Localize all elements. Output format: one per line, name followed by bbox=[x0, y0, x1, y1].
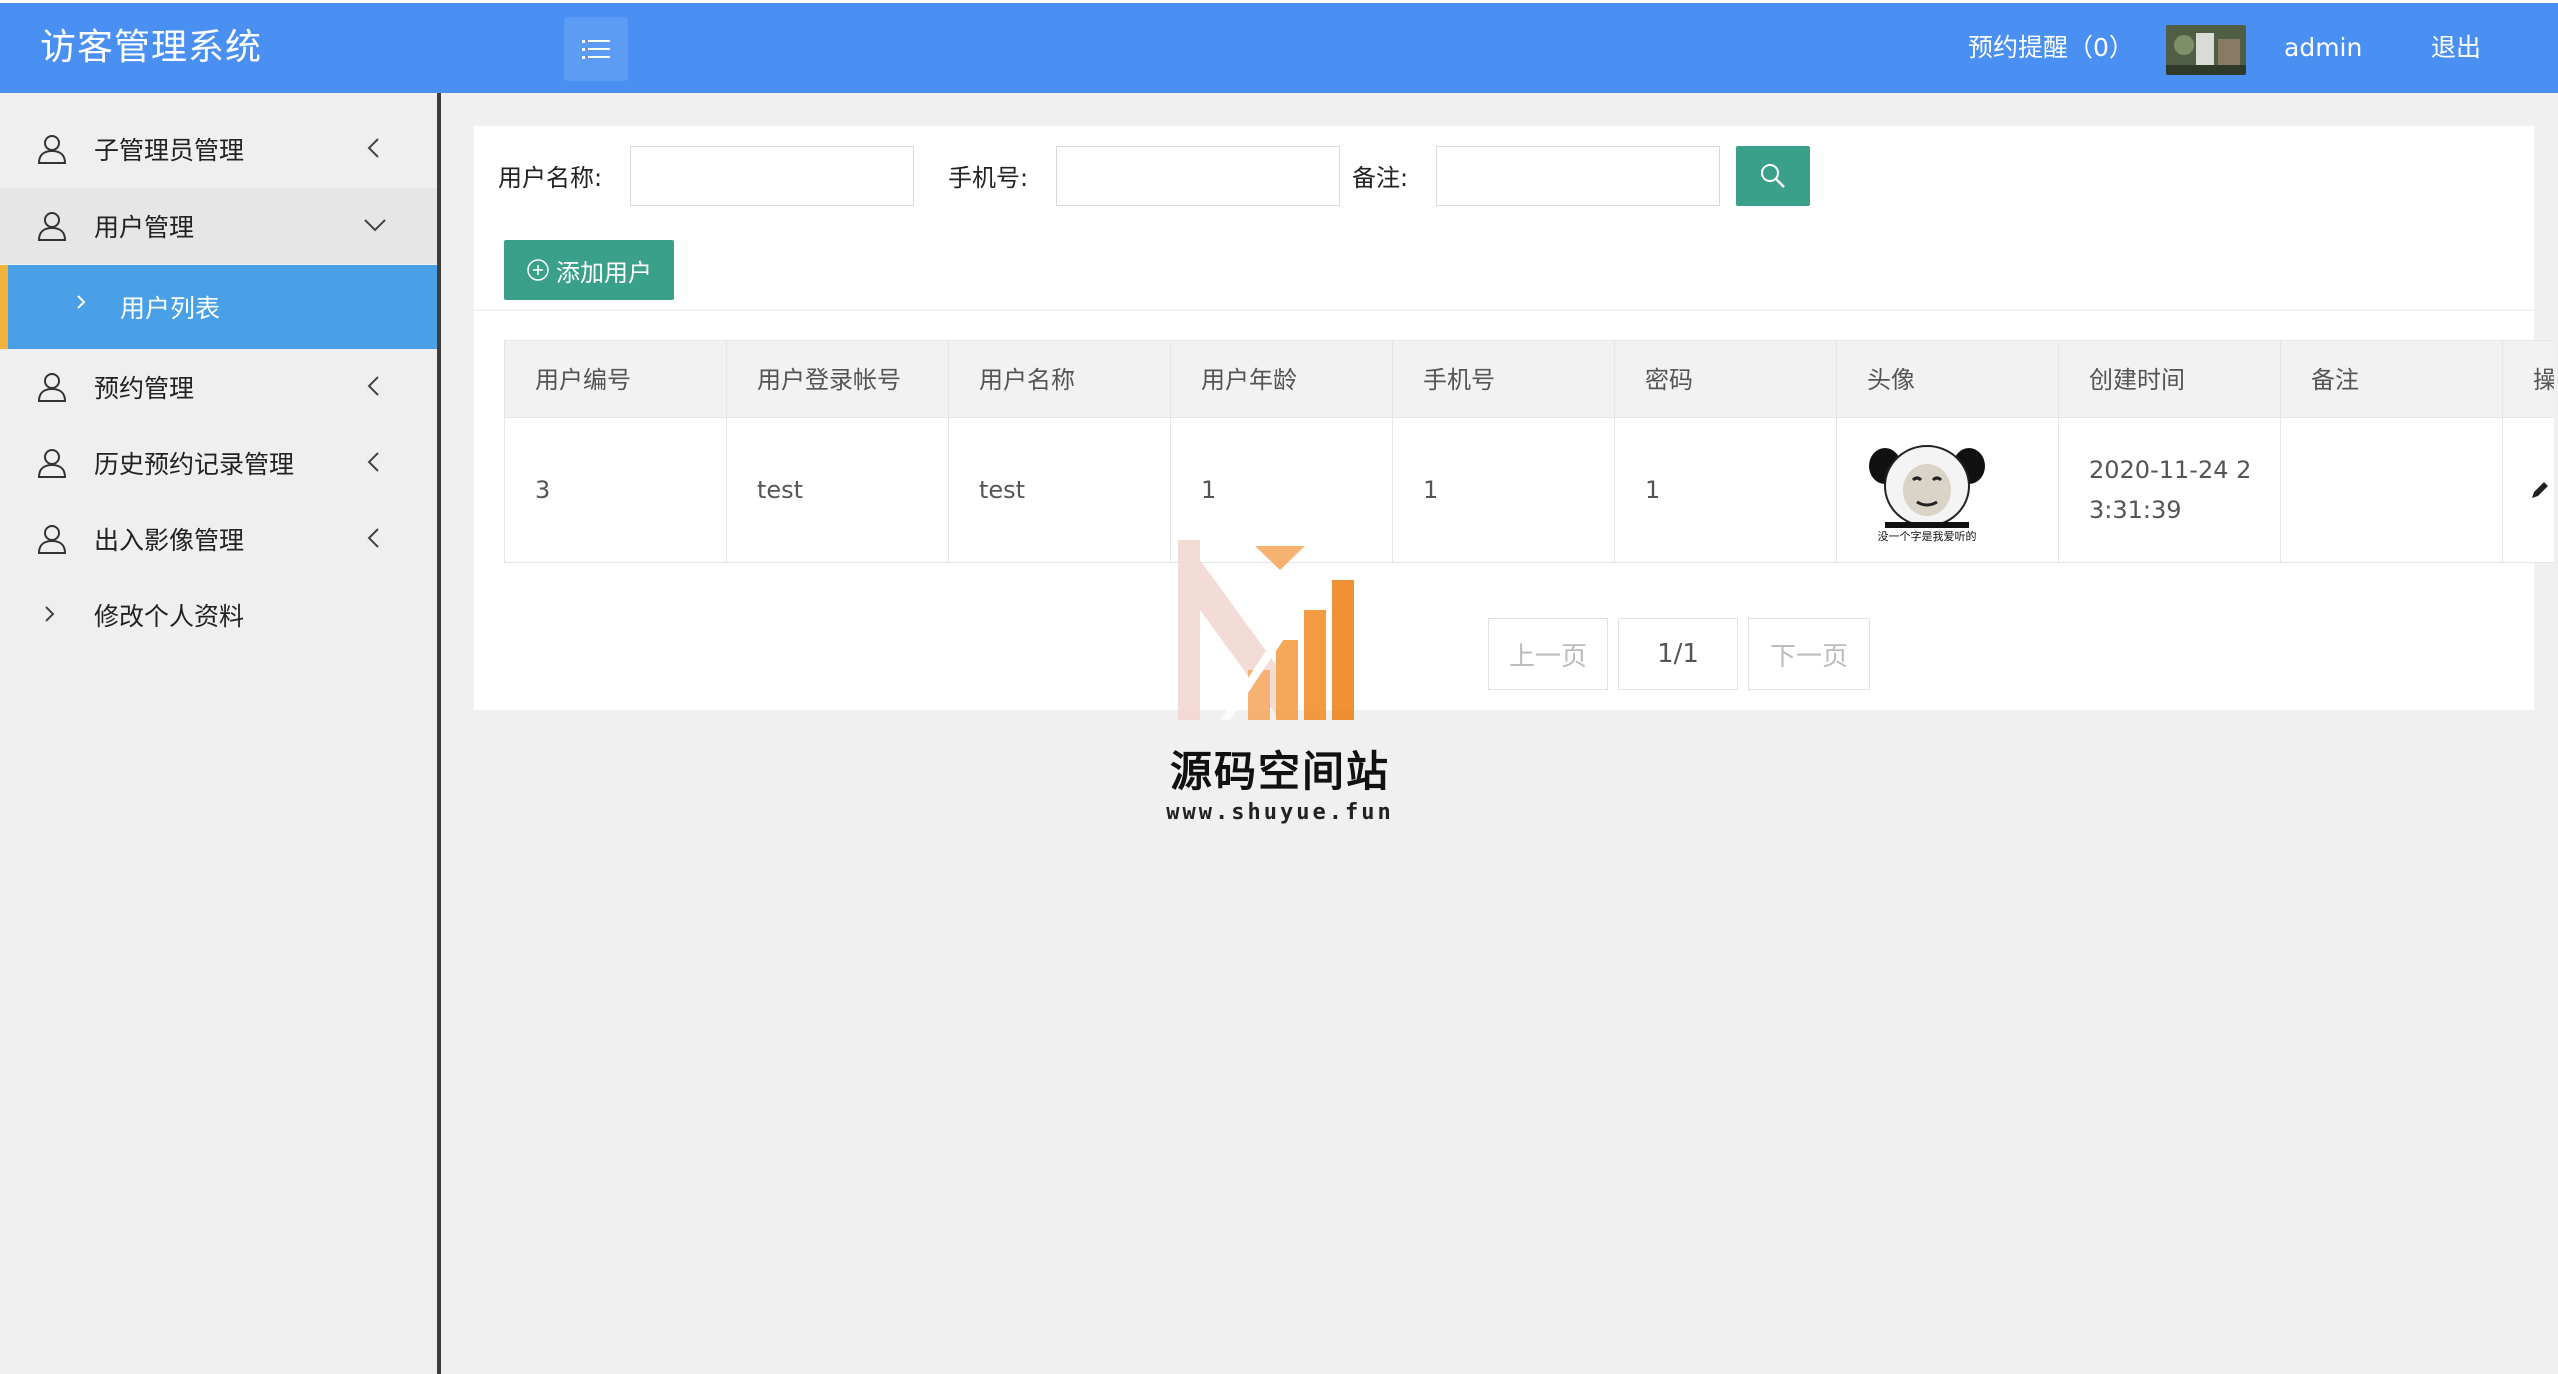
prev-page-button[interactable]: 上一页 bbox=[1488, 618, 1608, 690]
table-cell: 1 bbox=[1392, 417, 1615, 563]
sidebar-item-reservation-management[interactable]: 预约管理 bbox=[0, 349, 437, 425]
chevron-right-icon bbox=[77, 295, 86, 309]
plus-circle-icon bbox=[527, 259, 549, 281]
add-user-label: 添加用户 bbox=[556, 258, 652, 287]
table-cell: test bbox=[948, 417, 1171, 563]
remark-label: 备注: bbox=[1352, 164, 1409, 192]
next-page-button[interactable]: 下一页 bbox=[1748, 618, 1870, 690]
sidebar-item-label: 历史预约记录管理 bbox=[94, 450, 295, 479]
user-id: 3 bbox=[535, 476, 551, 504]
user-name[interactable]: admin bbox=[2284, 3, 2362, 93]
user-name-cell: test bbox=[979, 476, 1026, 504]
user-icon bbox=[37, 525, 67, 554]
sidebar-item-user-list[interactable]: 用户列表 bbox=[0, 265, 437, 349]
user-phone: 1 bbox=[1423, 476, 1439, 504]
column-header: 手机号 bbox=[1392, 340, 1615, 418]
user-password: 1 bbox=[1645, 476, 1661, 504]
table-cell: 2020-11-24 2 3:31:39 bbox=[2058, 417, 2281, 563]
sidebar-item-label: 预约管理 bbox=[94, 374, 195, 403]
watermark-logo bbox=[1178, 540, 1354, 720]
sidebar-item-access-images[interactable]: 出入影像管理 bbox=[0, 501, 437, 577]
column-header: 头像 bbox=[1836, 340, 2059, 418]
sidebar-item-history-records[interactable]: 历史预约记录管理 bbox=[0, 425, 437, 501]
sidebar-item-label: 修改个人资料 bbox=[94, 602, 245, 631]
add-user-button[interactable]: 添加用户 bbox=[504, 240, 674, 300]
user-icon bbox=[37, 212, 67, 241]
column-header: 密码 bbox=[1614, 340, 1837, 418]
phone-label: 手机号: bbox=[948, 164, 1029, 192]
column-header: 用户名称 bbox=[948, 340, 1171, 418]
chevron-down-icon bbox=[364, 219, 386, 232]
sidebar-item-label: 用户列表 bbox=[120, 294, 221, 323]
search-button[interactable] bbox=[1736, 146, 1810, 206]
created-time-line1: 2020-11-24 2 bbox=[2089, 456, 2252, 484]
table-cell: 3 bbox=[504, 417, 727, 563]
chevron-left-icon bbox=[367, 138, 379, 158]
table-cell bbox=[2502, 417, 2554, 563]
user-avatar-image: 没一个字是我爱听的 bbox=[1867, 436, 1987, 544]
table-cell: 1 bbox=[1614, 417, 1837, 563]
watermark-title: 源码空间站 bbox=[1169, 747, 1390, 796]
chevron-left-icon bbox=[367, 376, 379, 396]
avatar[interactable] bbox=[2166, 25, 2246, 75]
active-indicator bbox=[0, 265, 8, 349]
user-table: 用户编号 用户登录帐号 用户名称 用户年龄 手机号 密码 头像 创建时间 备注 … bbox=[504, 340, 2554, 568]
chevron-left-icon bbox=[367, 528, 379, 548]
column-header: 备注 bbox=[2280, 340, 2503, 418]
user-icon bbox=[37, 135, 67, 164]
user-icon bbox=[37, 373, 67, 402]
column-header: 用户登录帐号 bbox=[726, 340, 949, 418]
sidebar-item-label: 出入影像管理 bbox=[94, 526, 245, 555]
user-login: test bbox=[757, 476, 804, 504]
logout-link[interactable]: 退出 bbox=[2431, 3, 2481, 93]
divider bbox=[474, 309, 2534, 311]
watermark-url: www.shuyue.fun bbox=[1166, 800, 1394, 825]
sidebar-item-sub-admin[interactable]: 子管理员管理 bbox=[0, 111, 437, 187]
column-header: 创建时间 bbox=[2058, 340, 2281, 418]
table-cell: test bbox=[726, 417, 949, 563]
current-page-indicator: 1/1 bbox=[1618, 618, 1738, 690]
username-label: 用户名称: bbox=[498, 164, 603, 192]
table-cell bbox=[2280, 417, 2503, 563]
search-icon bbox=[1761, 164, 1785, 188]
menu-toggle-button[interactable] bbox=[564, 17, 628, 81]
username-input[interactable] bbox=[630, 146, 914, 206]
column-header: 操 bbox=[2502, 340, 2554, 418]
main-card: 用户名称: 手机号: 备注: 添加用户 用户编号 用户登录帐号 用户名称 用户年… bbox=[474, 126, 2554, 710]
sidebar-item-label: 子管理员管理 bbox=[94, 136, 245, 165]
list-icon bbox=[582, 40, 610, 59]
user-age: 1 bbox=[1201, 476, 1217, 504]
chevron-right-icon bbox=[45, 606, 55, 622]
sidebar: 子管理员管理 用户管理 用户列表 预约管理 历史预约记录管理 出入影像管理 修改… bbox=[0, 93, 441, 1374]
reservation-reminder-link[interactable]: 预约提醒（0） bbox=[1968, 3, 2134, 93]
avatar-caption: 没一个字是我爱听的 bbox=[1878, 529, 1977, 543]
phone-input[interactable] bbox=[1056, 146, 1340, 206]
sidebar-item-label: 用户管理 bbox=[94, 213, 195, 242]
edit-icon[interactable] bbox=[2529, 479, 2551, 501]
created-time-line2: 3:31:39 bbox=[2089, 496, 2182, 524]
chevron-left-icon bbox=[367, 452, 379, 472]
table-cell: 没一个字是我爱听的 bbox=[1836, 417, 2059, 563]
user-icon bbox=[37, 449, 67, 478]
sidebar-item-edit-profile[interactable]: 修改个人资料 bbox=[0, 577, 437, 653]
column-header: 用户编号 bbox=[504, 340, 727, 418]
app-title: 访客管理系统 bbox=[40, 27, 263, 68]
column-header: 用户年龄 bbox=[1170, 340, 1393, 418]
remark-input[interactable] bbox=[1436, 146, 1720, 206]
sidebar-item-user-management[interactable]: 用户管理 bbox=[0, 188, 437, 264]
top-bar: 访客管理系统 预约提醒（0） admin 退出 bbox=[0, 0, 2558, 93]
